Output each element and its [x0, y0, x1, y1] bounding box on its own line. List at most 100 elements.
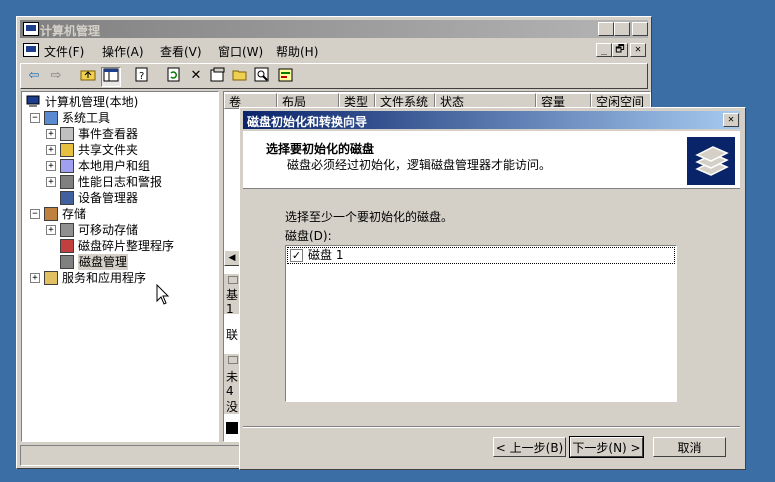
child-minimize-button[interactable]: _	[596, 43, 612, 57]
next-button[interactable]: 下一步(N) >	[569, 436, 644, 458]
tree-item-storage[interactable]: − 存储	[22, 206, 216, 222]
collapse-icon[interactable]: −	[30, 209, 40, 219]
computer-icon	[26, 95, 40, 107]
menu-help[interactable]: 帮助(H)	[276, 43, 318, 60]
tree-item-disk-management[interactable]: 磁盘管理	[22, 254, 216, 270]
wizard-page-subheading: 磁盘必须经过初始化，逻辑磁盘管理器才能访问。	[287, 158, 552, 172]
expand-icon[interactable]: +	[46, 177, 56, 187]
services-applications-icon	[44, 271, 58, 285]
menu-bar: 文件(F) 操作(A) 查看(V) 窗口(W) 帮助(H) _ 🗗 ✕	[20, 40, 648, 60]
tree-item-disk-defragmenter[interactable]: 磁盘碎片整理程序	[22, 238, 216, 254]
properties-icon[interactable]: ?	[133, 67, 151, 85]
unallocated-legend-swatch	[226, 422, 238, 434]
expand-icon[interactable]: +	[46, 161, 56, 171]
mouse-cursor-icon	[156, 284, 170, 305]
system-tools-icon	[44, 111, 58, 125]
tree-item-label: 本地用户和组	[78, 159, 151, 173]
tree-item-label: 系统工具	[62, 111, 111, 125]
disk-init-wizard-dialog: 磁盘初始化和转换向导 ✕ 选择要初始化的磁盘 磁盘必须经过初始化，逻辑磁盘管理器…	[239, 107, 746, 470]
tree-item-local-users-groups[interactable]: + 本地用户和组	[22, 158, 216, 174]
tree-item-device-manager[interactable]: 设备管理器	[22, 190, 216, 206]
button-separator	[243, 426, 740, 428]
help-icon[interactable]	[277, 67, 295, 85]
expand-icon[interactable]: +	[46, 129, 56, 139]
tree-item-label: 事件查看器	[78, 127, 139, 141]
minimize-button[interactable]: _	[598, 22, 614, 36]
disk-icon	[228, 276, 238, 284]
tree-item-label: 磁盘碎片整理程序	[78, 239, 175, 253]
tree-item-system-tools[interactable]: − 系统工具	[22, 110, 216, 126]
tree-item-performance-logs[interactable]: + 性能日志和警报	[22, 174, 216, 190]
device-manager-icon	[60, 191, 74, 205]
disk-list-item[interactable]: ✓ 磁盘 1	[287, 247, 675, 264]
disk-status-fragment: 联	[226, 328, 239, 342]
menu-action[interactable]: 操作(A)	[102, 43, 144, 60]
delete-icon[interactable]: ✕	[187, 67, 205, 85]
menu-window[interactable]: 窗口(W)	[218, 43, 263, 60]
local-users-groups-icon	[60, 159, 74, 173]
wizard-body: 选择至少一个要初始化的磁盘。 磁盘(D): ✓ 磁盘 1	[243, 190, 740, 426]
disk-stack-icon	[687, 137, 735, 185]
open-folder-icon[interactable]	[231, 67, 249, 85]
removable-storage-icon	[60, 223, 74, 237]
document-icon	[23, 43, 39, 57]
tree-item-label: 性能日志和警报	[78, 175, 163, 189]
window-title: 计算机管理	[40, 24, 101, 38]
collapse-icon[interactable]: −	[30, 113, 40, 123]
tree-root-label: 计算机管理(本地)	[45, 95, 139, 109]
disk-type-fragment: 基	[226, 288, 239, 302]
expand-icon[interactable]: +	[30, 273, 40, 283]
refresh-icon[interactable]	[165, 67, 183, 85]
disk-icon	[228, 356, 238, 364]
child-restore-button[interactable]: 🗗	[612, 43, 628, 57]
disk-label: 磁盘 1	[308, 248, 344, 262]
back-arrow-icon[interactable]: ⇦	[25, 67, 43, 85]
disk-defragmenter-icon	[60, 239, 74, 253]
shared-folders-icon	[60, 143, 74, 157]
dialog-title: 磁盘初始化和转换向导	[247, 115, 368, 129]
tree-item-label: 服务和应用程序	[62, 271, 147, 285]
disk-management-icon	[60, 255, 74, 269]
disk-unknown-fragment: 未	[226, 370, 239, 384]
disk-size-fragment-2: 4	[226, 384, 234, 398]
tree-item-shared-folders[interactable]: + 共享文件夹	[22, 142, 216, 158]
up-folder-icon[interactable]	[79, 67, 97, 85]
expand-icon[interactable]: +	[46, 225, 56, 235]
wizard-page-heading: 选择要初始化的磁盘	[266, 142, 375, 156]
svg-text:?: ?	[139, 71, 144, 82]
maximize-button[interactable]: □	[614, 22, 630, 36]
forward-arrow-icon[interactable]: ⇨	[47, 67, 65, 85]
storage-icon	[44, 207, 58, 221]
event-viewer-icon	[60, 127, 74, 141]
tree-item-label: 设备管理器	[78, 191, 139, 205]
close-button[interactable]: ✕	[632, 22, 648, 36]
disk-selection-instruction: 选择至少一个要初始化的磁盘。	[285, 210, 454, 224]
tree-item-removable-storage[interactable]: + 可移动存储	[22, 222, 216, 238]
dialog-title-bar[interactable]: 磁盘初始化和转换向导 ✕	[243, 111, 740, 129]
show-tree-icon[interactable]	[101, 67, 121, 87]
tree-item-services-applications[interactable]: + 服务和应用程序	[22, 270, 216, 286]
expand-icon[interactable]: +	[46, 145, 56, 155]
menu-file[interactable]: 文件(F)	[44, 43, 84, 60]
properties-sheet-icon[interactable]	[209, 67, 227, 85]
disk-checkbox[interactable]: ✓	[290, 249, 303, 262]
tree-item-label: 共享文件夹	[78, 143, 139, 157]
dialog-close-button[interactable]: ✕	[723, 113, 739, 127]
wizard-header: 选择要初始化的磁盘 磁盘必须经过初始化，逻辑磁盘管理器才能访问。	[243, 131, 740, 189]
tree-item-event-viewer[interactable]: + 事件查看器	[22, 126, 216, 142]
performance-logs-icon	[60, 175, 74, 189]
disk-size-fragment: 1	[226, 302, 234, 316]
cancel-button[interactable]: 取消	[653, 437, 726, 457]
console-tree: 计算机管理(本地) − 系统工具 + 事件查看器 + 共享文件夹 + 本地用户和组 + 性能日志和…	[21, 91, 219, 442]
tree-item-label: 存储	[62, 207, 87, 221]
back-button[interactable]: < 上一步(B)	[493, 437, 566, 457]
toolbar: ⇦ ⇨ ? ✕	[20, 63, 648, 89]
title-bar[interactable]: 计算机管理 _ □ ✕	[20, 20, 648, 38]
child-close-button[interactable]: ✕	[630, 43, 646, 57]
scroll-left-button[interactable]: ◀	[224, 250, 240, 266]
disk-not-initialized-fragment: 没	[226, 400, 239, 414]
menu-view[interactable]: 查看(V)	[160, 43, 202, 60]
tree-item-label: 磁盘管理	[78, 254, 129, 270]
disk-list-label: 磁盘(D):	[285, 229, 332, 243]
search-icon[interactable]	[253, 67, 271, 85]
